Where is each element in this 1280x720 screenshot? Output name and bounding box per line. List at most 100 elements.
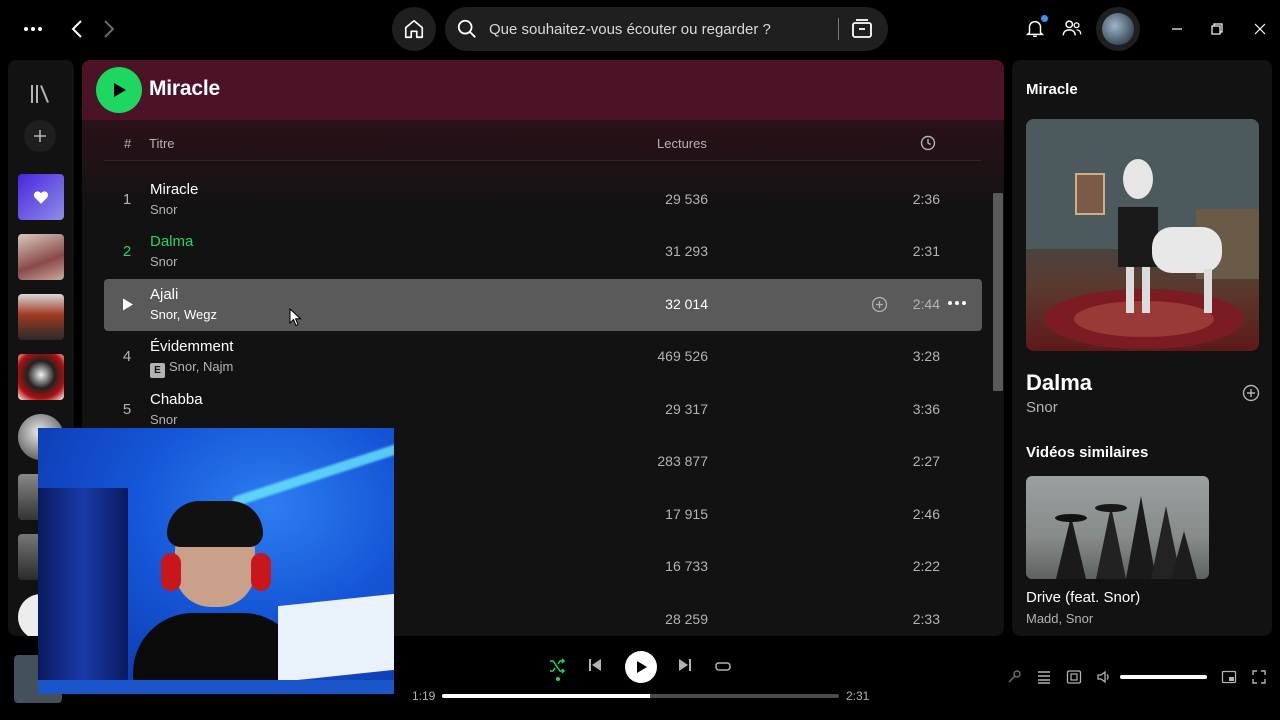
now-playing-artist[interactable]: Snor xyxy=(1026,399,1058,416)
track-number: 2 xyxy=(122,243,132,260)
play-icon xyxy=(114,83,126,97)
track-duration: 3:28 xyxy=(912,348,940,364)
add-to-library-icon[interactable] xyxy=(1242,384,1260,402)
led-strip xyxy=(231,438,394,508)
scrollbar[interactable] xyxy=(993,193,1003,391)
volume-fill xyxy=(1120,675,1207,679)
back-icon[interactable] xyxy=(66,17,90,41)
top-bar xyxy=(0,0,1280,58)
similar-videos-heading: Vidéos similaires xyxy=(1026,444,1149,461)
library-item[interactable] xyxy=(18,354,64,400)
previous-icon[interactable] xyxy=(587,657,603,673)
track-artist-names[interactable]: Snor, Najm xyxy=(169,359,233,374)
create-playlist-button[interactable] xyxy=(24,120,56,152)
track-title[interactable]: Chabba xyxy=(150,391,203,408)
video-artist[interactable]: Madd, Snor xyxy=(1026,611,1093,626)
plus-icon xyxy=(34,130,46,142)
avatar xyxy=(1102,13,1134,45)
volume-slider[interactable] xyxy=(1120,675,1207,679)
now-playing-title[interactable]: Dalma xyxy=(1026,370,1092,396)
track-row[interactable]: 1 Miracle Snor 29 536 2:36 xyxy=(104,174,982,226)
track-duration: 2:31 xyxy=(912,243,940,259)
header-divider xyxy=(104,160,981,161)
track-plays: 16 733 xyxy=(665,558,708,574)
now-playing-context[interactable]: Miracle xyxy=(1026,81,1078,98)
library-icon[interactable] xyxy=(28,82,52,106)
queue-icon[interactable] xyxy=(1036,669,1052,685)
column-header-plays: Lectures xyxy=(657,136,707,151)
track-title[interactable]: Miracle xyxy=(150,181,198,198)
profile-button[interactable] xyxy=(1096,7,1140,51)
restore-icon[interactable] xyxy=(1205,17,1229,41)
more-menu-icon[interactable] xyxy=(20,18,46,40)
track-plays: 29 317 xyxy=(665,401,708,417)
friends-icon[interactable] xyxy=(1061,17,1083,39)
track-row[interactable]: 4 Évidemment E Snor, Najm 469 526 3:28 xyxy=(104,331,982,383)
play-button[interactable] xyxy=(96,67,142,113)
search-divider xyxy=(838,18,839,40)
track-artist[interactable]: Snor xyxy=(150,412,177,427)
webcam-overlay xyxy=(38,428,394,694)
shuffle-icon[interactable] xyxy=(548,657,566,675)
track-artist[interactable]: Snor, Wegz xyxy=(150,307,217,322)
library-item[interactable] xyxy=(18,294,64,340)
track-plays: 29 536 xyxy=(665,191,708,207)
track-number: 1 xyxy=(122,191,132,208)
track-duration: 2:46 xyxy=(912,506,940,522)
curtain xyxy=(38,488,128,694)
track-artist[interactable]: Snor xyxy=(150,254,177,269)
search-icon xyxy=(457,19,476,38)
notification-dot xyxy=(1041,15,1048,22)
track-duration: 2:44 xyxy=(912,296,940,312)
search-input[interactable] xyxy=(489,7,869,51)
shuffle-active-dot xyxy=(556,677,560,681)
library-item[interactable] xyxy=(18,234,64,280)
track-artist[interactable]: Snor xyxy=(150,202,177,217)
next-icon[interactable] xyxy=(677,657,693,673)
liked-songs-tile[interactable] xyxy=(18,174,64,220)
track-plays: 31 293 xyxy=(665,243,708,259)
forward-icon[interactable] xyxy=(96,17,120,41)
track-title[interactable]: Ajali xyxy=(150,286,178,303)
repeat-icon[interactable] xyxy=(714,657,732,675)
volume-icon[interactable] xyxy=(1096,669,1112,685)
now-playing-panel: Miracle Dalma Snor Vidéos similaires Dri… xyxy=(1012,60,1272,636)
video-thumbnail[interactable] xyxy=(1026,476,1209,579)
fullscreen-icon[interactable] xyxy=(1251,669,1267,685)
track-plays: 28 259 xyxy=(665,611,708,627)
track-duration: 3:36 xyxy=(912,401,940,417)
laptop xyxy=(278,593,394,683)
track-title[interactable]: Dalma xyxy=(150,233,193,250)
track-row[interactable]: Ajali Snor, Wegz 32 014 2:44 xyxy=(104,279,982,331)
progress-bar[interactable] xyxy=(442,694,839,698)
column-header-title: Titre xyxy=(149,136,175,151)
mini-player-icon[interactable] xyxy=(1221,669,1237,685)
track-duration: 2:33 xyxy=(912,611,940,627)
minimize-icon[interactable] xyxy=(1165,17,1189,41)
close-icon[interactable] xyxy=(1248,17,1272,41)
track-duration: 2:36 xyxy=(912,191,940,207)
connect-device-icon[interactable] xyxy=(1066,669,1082,685)
column-header-number: # xyxy=(124,136,132,151)
browse-icon[interactable] xyxy=(850,17,874,41)
track-duration: 2:22 xyxy=(912,558,940,574)
video-title[interactable]: Drive (feat. Snor) xyxy=(1026,589,1140,606)
total-time: 2:31 xyxy=(846,689,870,703)
elapsed-time: 1:19 xyxy=(412,689,436,703)
track-title[interactable]: Évidemment xyxy=(150,338,233,355)
track-plays: 32 014 xyxy=(665,296,708,312)
track-plays: 469 526 xyxy=(657,348,708,364)
page-title: Miracle xyxy=(149,77,220,100)
search-bar[interactable] xyxy=(445,7,888,51)
microphone-icon[interactable] xyxy=(1006,669,1022,685)
mouse-cursor-icon xyxy=(289,308,302,327)
row-play-icon[interactable] xyxy=(122,298,134,311)
track-plays: 283 877 xyxy=(657,453,708,469)
track-row[interactable]: 2 Dalma Snor 31 293 2:31 xyxy=(104,226,982,278)
track-number: 5 xyxy=(122,401,132,418)
more-options-icon[interactable] xyxy=(948,301,966,305)
explicit-badge: E xyxy=(150,363,165,378)
play-pause-button[interactable] xyxy=(625,651,657,683)
track-plays: 17 915 xyxy=(665,506,708,522)
home-button[interactable] xyxy=(392,7,436,51)
